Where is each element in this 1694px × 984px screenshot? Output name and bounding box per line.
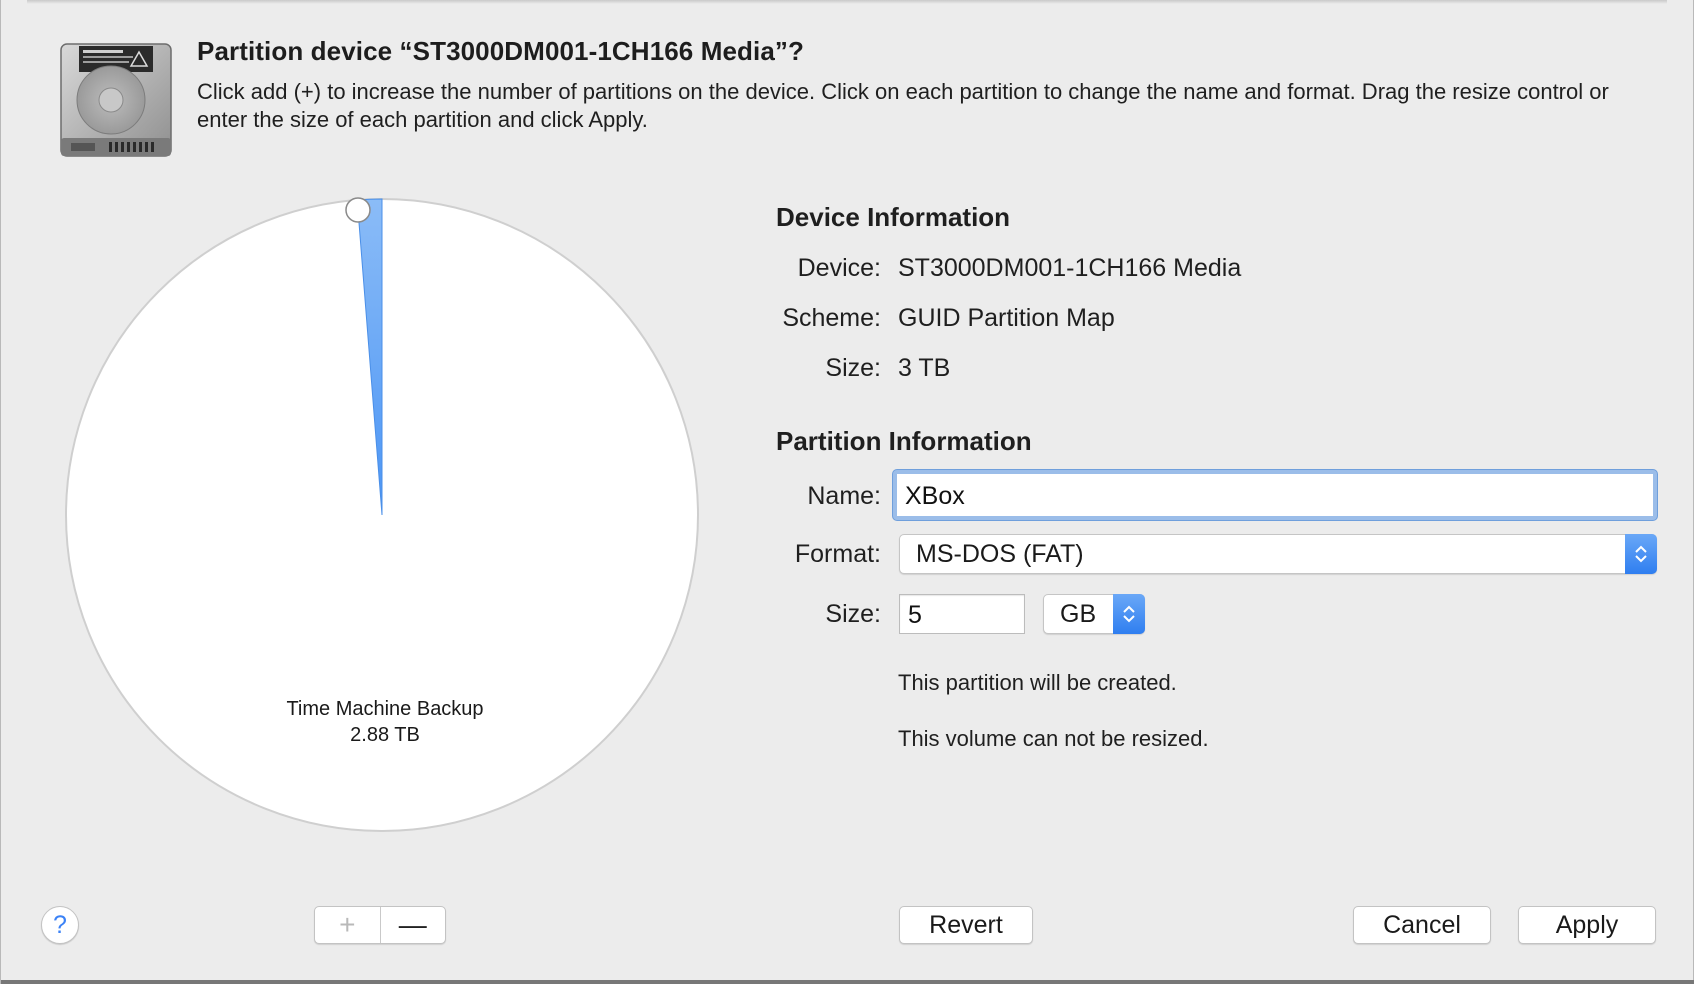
resize-note: This volume can not be resized. [898, 726, 1209, 751]
pie-partition-name: Time Machine Backup [286, 698, 484, 720]
device-size-label: Size: [825, 354, 881, 382]
partition-size-value: 5 [908, 601, 922, 629]
window-top-edge [27, 0, 1667, 4]
scheme-label: Scheme: [782, 304, 881, 332]
resize-handle[interactable] [345, 197, 371, 223]
partition-info-heading: Partition Information [776, 426, 1032, 456]
hard-disk-icon [60, 43, 172, 157]
size-unit-select[interactable]: GB [1043, 594, 1145, 634]
pie-partition-size: 2.88 TB [350, 724, 420, 746]
partition-size-input[interactable]: 5 [899, 594, 1025, 634]
add-partition-button[interactable]: + [315, 907, 381, 943]
unit-stepper-icon [1113, 594, 1145, 634]
remove-partition-button[interactable]: — [381, 907, 446, 943]
partition-created-note: This partition will be created. [898, 670, 1177, 695]
partition-name-value: XBox [905, 482, 965, 510]
format-label: Format: [794, 540, 881, 568]
device-info-heading: Device Information [776, 202, 1011, 232]
cancel-button[interactable]: Cancel [1353, 906, 1491, 944]
partition-size-label: Size: [825, 600, 881, 628]
partition-dialog: Partition device “ST3000DM001-1CH166 Med… [0, 0, 1694, 984]
pie-partition-label: Time Machine Backup 2.88 TB [235, 696, 535, 748]
format-stepper-icon [1625, 534, 1657, 574]
device-label: Device: [797, 254, 881, 282]
dialog-title: Partition device “ST3000DM001-1CH166 Med… [197, 36, 804, 66]
device-value: ST3000DM001-1CH166 Media [898, 254, 1242, 282]
apply-button[interactable]: Apply [1518, 906, 1656, 944]
help-button[interactable]: ? [41, 906, 79, 944]
format-selected-value: MS-DOS (FAT) [916, 540, 1084, 568]
add-remove-control: + — [314, 906, 446, 944]
revert-button[interactable]: Revert [899, 906, 1033, 944]
device-size-value: 3 TB [898, 354, 951, 382]
partition-name-input[interactable]: XBox [893, 470, 1657, 520]
format-select[interactable]: MS-DOS (FAT) [899, 534, 1657, 574]
scheme-value: GUID Partition Map [898, 304, 1115, 332]
window-bottom-edge [1, 980, 1694, 984]
name-label: Name: [807, 482, 881, 510]
size-unit-value: GB [1060, 600, 1097, 628]
dialog-description: Click add (+) to increase the number of … [197, 79, 1609, 132]
partition-pie[interactable]: Time Machine Backup 2.88 TB [57, 190, 707, 840]
